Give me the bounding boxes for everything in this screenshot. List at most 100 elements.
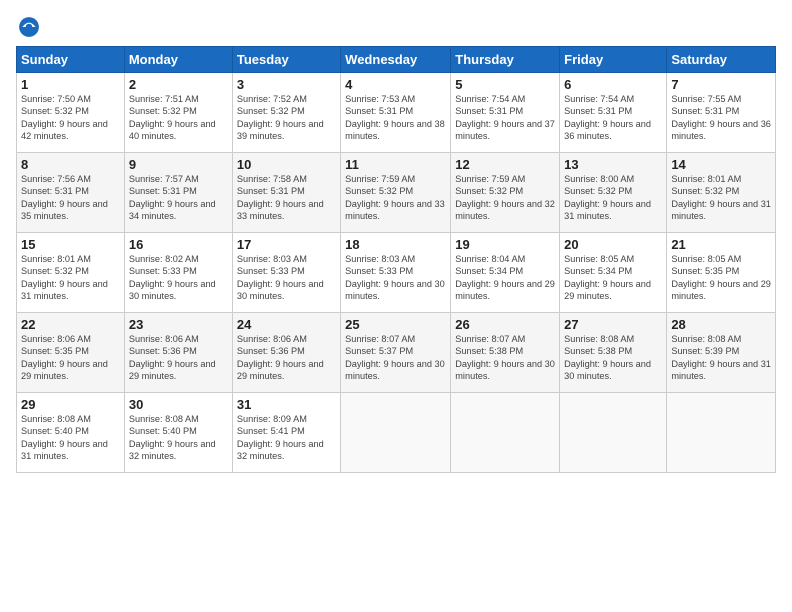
cell-info: Sunrise: 7:59 AMSunset: 5:32 PMDaylight:… <box>345 173 446 223</box>
day-number: 2 <box>129 77 228 92</box>
weekday-header: Sunday <box>17 47 125 73</box>
cell-info: Sunrise: 7:52 AMSunset: 5:32 PMDaylight:… <box>237 93 336 143</box>
cell-info: Sunrise: 8:01 AMSunset: 5:32 PMDaylight:… <box>21 253 120 303</box>
cell-info: Sunrise: 8:06 AMSunset: 5:36 PMDaylight:… <box>129 333 228 383</box>
day-number: 29 <box>21 397 120 412</box>
calendar-cell: 27Sunrise: 8:08 AMSunset: 5:38 PMDayligh… <box>560 313 667 393</box>
day-number: 6 <box>564 77 662 92</box>
cell-info: Sunrise: 8:00 AMSunset: 5:32 PMDaylight:… <box>564 173 662 223</box>
calendar-cell: 7Sunrise: 7:55 AMSunset: 5:31 PMDaylight… <box>667 73 776 153</box>
day-number: 8 <box>21 157 120 172</box>
cell-info: Sunrise: 7:50 AMSunset: 5:32 PMDaylight:… <box>21 93 120 143</box>
calendar-cell: 19Sunrise: 8:04 AMSunset: 5:34 PMDayligh… <box>451 233 560 313</box>
cell-info: Sunrise: 8:05 AMSunset: 5:35 PMDaylight:… <box>671 253 771 303</box>
header <box>16 16 776 38</box>
day-number: 5 <box>455 77 555 92</box>
cell-info: Sunrise: 8:06 AMSunset: 5:36 PMDaylight:… <box>237 333 336 383</box>
calendar-cell: 23Sunrise: 8:06 AMSunset: 5:36 PMDayligh… <box>124 313 232 393</box>
calendar-cell: 29Sunrise: 8:08 AMSunset: 5:40 PMDayligh… <box>17 393 125 473</box>
calendar-cell <box>341 393 451 473</box>
cell-info: Sunrise: 8:09 AMSunset: 5:41 PMDaylight:… <box>237 413 336 463</box>
day-number: 7 <box>671 77 771 92</box>
calendar-cell: 17Sunrise: 8:03 AMSunset: 5:33 PMDayligh… <box>232 233 340 313</box>
cell-info: Sunrise: 7:54 AMSunset: 5:31 PMDaylight:… <box>455 93 555 143</box>
day-number: 24 <box>237 317 336 332</box>
calendar-week: 22Sunrise: 8:06 AMSunset: 5:35 PMDayligh… <box>17 313 776 393</box>
day-number: 3 <box>237 77 336 92</box>
cell-info: Sunrise: 8:02 AMSunset: 5:33 PMDaylight:… <box>129 253 228 303</box>
calendar-week: 1Sunrise: 7:50 AMSunset: 5:32 PMDaylight… <box>17 73 776 153</box>
calendar-cell: 26Sunrise: 8:07 AMSunset: 5:38 PMDayligh… <box>451 313 560 393</box>
day-number: 11 <box>345 157 446 172</box>
weekday-header: Friday <box>560 47 667 73</box>
cell-info: Sunrise: 8:08 AMSunset: 5:39 PMDaylight:… <box>671 333 771 383</box>
day-number: 26 <box>455 317 555 332</box>
calendar-cell: 30Sunrise: 8:08 AMSunset: 5:40 PMDayligh… <box>124 393 232 473</box>
cell-info: Sunrise: 8:01 AMSunset: 5:32 PMDaylight:… <box>671 173 771 223</box>
day-number: 22 <box>21 317 120 332</box>
calendar-cell <box>667 393 776 473</box>
day-number: 27 <box>564 317 662 332</box>
calendar-cell: 24Sunrise: 8:06 AMSunset: 5:36 PMDayligh… <box>232 313 340 393</box>
calendar-table: SundayMondayTuesdayWednesdayThursdayFrid… <box>16 46 776 473</box>
calendar-cell: 16Sunrise: 8:02 AMSunset: 5:33 PMDayligh… <box>124 233 232 313</box>
calendar-cell: 6Sunrise: 7:54 AMSunset: 5:31 PMDaylight… <box>560 73 667 153</box>
cell-info: Sunrise: 7:54 AMSunset: 5:31 PMDaylight:… <box>564 93 662 143</box>
cell-info: Sunrise: 8:03 AMSunset: 5:33 PMDaylight:… <box>345 253 446 303</box>
calendar-cell: 2Sunrise: 7:51 AMSunset: 5:32 PMDaylight… <box>124 73 232 153</box>
calendar-cell: 3Sunrise: 7:52 AMSunset: 5:32 PMDaylight… <box>232 73 340 153</box>
day-number: 13 <box>564 157 662 172</box>
calendar-cell: 8Sunrise: 7:56 AMSunset: 5:31 PMDaylight… <box>17 153 125 233</box>
cell-info: Sunrise: 7:59 AMSunset: 5:32 PMDaylight:… <box>455 173 555 223</box>
calendar-week: 29Sunrise: 8:08 AMSunset: 5:40 PMDayligh… <box>17 393 776 473</box>
calendar-cell: 28Sunrise: 8:08 AMSunset: 5:39 PMDayligh… <box>667 313 776 393</box>
cell-info: Sunrise: 8:08 AMSunset: 5:38 PMDaylight:… <box>564 333 662 383</box>
day-number: 30 <box>129 397 228 412</box>
weekday-header: Wednesday <box>341 47 451 73</box>
day-number: 18 <box>345 237 446 252</box>
cell-info: Sunrise: 7:58 AMSunset: 5:31 PMDaylight:… <box>237 173 336 223</box>
day-number: 23 <box>129 317 228 332</box>
calendar-cell: 9Sunrise: 7:57 AMSunset: 5:31 PMDaylight… <box>124 153 232 233</box>
calendar-cell <box>451 393 560 473</box>
day-number: 28 <box>671 317 771 332</box>
calendar-cell: 12Sunrise: 7:59 AMSunset: 5:32 PMDayligh… <box>451 153 560 233</box>
cell-info: Sunrise: 8:07 AMSunset: 5:37 PMDaylight:… <box>345 333 446 383</box>
logo-icon <box>18 16 40 38</box>
calendar-header: SundayMondayTuesdayWednesdayThursdayFrid… <box>17 47 776 73</box>
calendar-cell: 20Sunrise: 8:05 AMSunset: 5:34 PMDayligh… <box>560 233 667 313</box>
cell-info: Sunrise: 8:07 AMSunset: 5:38 PMDaylight:… <box>455 333 555 383</box>
calendar-cell: 14Sunrise: 8:01 AMSunset: 5:32 PMDayligh… <box>667 153 776 233</box>
day-number: 9 <box>129 157 228 172</box>
day-number: 19 <box>455 237 555 252</box>
day-number: 20 <box>564 237 662 252</box>
weekday-header: Thursday <box>451 47 560 73</box>
cell-info: Sunrise: 7:56 AMSunset: 5:31 PMDaylight:… <box>21 173 120 223</box>
day-number: 25 <box>345 317 446 332</box>
calendar-cell: 25Sunrise: 8:07 AMSunset: 5:37 PMDayligh… <box>341 313 451 393</box>
day-number: 14 <box>671 157 771 172</box>
calendar-cell: 13Sunrise: 8:00 AMSunset: 5:32 PMDayligh… <box>560 153 667 233</box>
weekday-header: Saturday <box>667 47 776 73</box>
cell-info: Sunrise: 8:03 AMSunset: 5:33 PMDaylight:… <box>237 253 336 303</box>
cell-info: Sunrise: 8:08 AMSunset: 5:40 PMDaylight:… <box>21 413 120 463</box>
logo <box>16 16 42 38</box>
calendar-cell: 4Sunrise: 7:53 AMSunset: 5:31 PMDaylight… <box>341 73 451 153</box>
weekday-header: Tuesday <box>232 47 340 73</box>
day-number: 15 <box>21 237 120 252</box>
cell-info: Sunrise: 7:51 AMSunset: 5:32 PMDaylight:… <box>129 93 228 143</box>
day-number: 16 <box>129 237 228 252</box>
day-number: 1 <box>21 77 120 92</box>
day-number: 10 <box>237 157 336 172</box>
calendar-cell: 15Sunrise: 8:01 AMSunset: 5:32 PMDayligh… <box>17 233 125 313</box>
cell-info: Sunrise: 7:57 AMSunset: 5:31 PMDaylight:… <box>129 173 228 223</box>
cell-info: Sunrise: 7:53 AMSunset: 5:31 PMDaylight:… <box>345 93 446 143</box>
day-number: 4 <box>345 77 446 92</box>
calendar-cell: 1Sunrise: 7:50 AMSunset: 5:32 PMDaylight… <box>17 73 125 153</box>
day-number: 21 <box>671 237 771 252</box>
cell-info: Sunrise: 8:04 AMSunset: 5:34 PMDaylight:… <box>455 253 555 303</box>
day-number: 31 <box>237 397 336 412</box>
cell-info: Sunrise: 8:08 AMSunset: 5:40 PMDaylight:… <box>129 413 228 463</box>
cell-info: Sunrise: 8:06 AMSunset: 5:35 PMDaylight:… <box>21 333 120 383</box>
calendar-cell: 31Sunrise: 8:09 AMSunset: 5:41 PMDayligh… <box>232 393 340 473</box>
